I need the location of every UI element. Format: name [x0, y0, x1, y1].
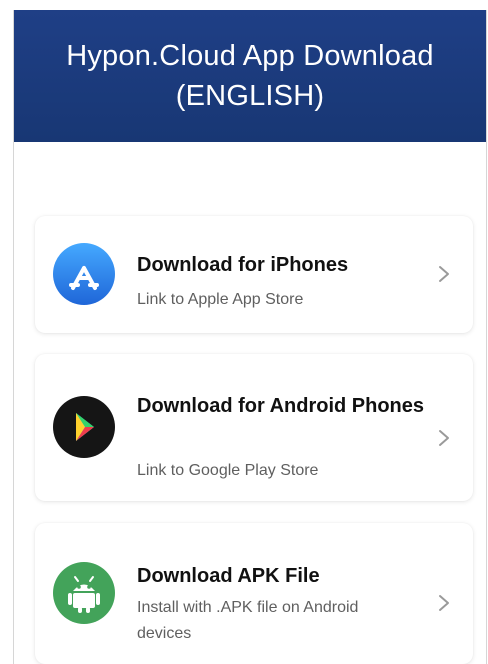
download-apk-card[interactable]: Download APK File Install with .APK file… — [35, 523, 473, 664]
chevron-right-icon — [437, 428, 451, 448]
chevron-right-icon — [437, 264, 451, 284]
app-store-icon — [53, 243, 115, 305]
page-title-line-1: Hypon.Cloud App Download — [66, 40, 434, 72]
android-apk-icon — [53, 562, 115, 624]
download-iphone-card[interactable]: Download for iPhones Link to Apple App S… — [35, 216, 473, 333]
page-header: Hypon.Cloud App Download (ENGLISH) — [14, 10, 486, 142]
download-android-card[interactable]: Download for Android Phones Link to Goog… — [35, 354, 473, 501]
download-android-subtitle: Link to Google Play Store — [137, 462, 319, 479]
download-iphone-title: Download for iPhones — [137, 254, 349, 276]
download-apk-subtitle: Install with .APK file on Android device… — [137, 599, 359, 642]
chevron-right-icon — [437, 593, 451, 613]
download-iphone-subtitle: Link to Apple App Store — [137, 291, 304, 308]
google-play-icon — [53, 396, 115, 458]
download-page: Hypon.Cloud App Download (ENGLISH) Downl… — [13, 10, 487, 664]
download-apk-title: Download APK File — [137, 565, 320, 587]
download-android-title: Download for Android Phones — [137, 395, 425, 417]
page-title-line-2: (ENGLISH) — [175, 80, 325, 112]
